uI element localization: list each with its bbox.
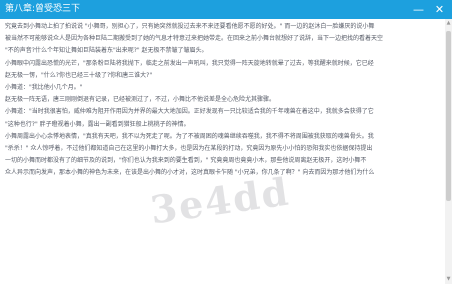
chapter-content: 究竟去到小舞动上拍了拍说说 "小舞哥，别担心了，只有她突然就投过去来不来还要看他… xyxy=(0,19,445,284)
title-bar: 第八章:曾受恐三下 — ✕ xyxy=(0,0,452,19)
scroll-down-icon[interactable]: ▼ xyxy=(445,276,452,283)
paragraph: 被当然不可能够说众人是因为各种巨陆二期搬受到了她的气息才特意过来把她带走。在回来… xyxy=(5,35,384,43)
paragraph: "不的声音?什么个年知让舞如巨陆装着东"出来呢?" 赵无极不禁皱了皱眉头。 xyxy=(5,47,208,55)
close-icon: ✕ xyxy=(434,3,445,16)
vertical-scrollbar[interactable]: ▲ ▼ xyxy=(445,19,452,284)
paragraph: 小舞眼中闪露出恐慌的光芒，"那条粉巨陆将我抛下，临走之前发出一声吼叫，我只觉得一… xyxy=(5,59,374,67)
scroll-up-icon[interactable]: ▲ xyxy=(445,20,452,27)
scroll-thumb[interactable] xyxy=(446,31,451,201)
paragraph: "这种也行?" 胖子瞪视着小舞，露出一副看到猎狂般上桃桃子的神情。 xyxy=(5,120,190,128)
paragraph: 一切的小舞而时都没有了的细节及的说到，"你们也认为我来到的要生看到，" 究竟竟周… xyxy=(5,157,367,165)
paragraph: 究竟去到小舞动上拍了拍说说 "小舞哥，别担心了，只有她突然就投过去来不来还要看他… xyxy=(5,23,375,30)
window-title: 第八章:曾受恐三下 xyxy=(5,4,81,14)
paragraph: 小舞道："当时我很害怕，威仲难为阻开作用因为并界的最大大地加因。正好发现有一只比… xyxy=(5,108,374,116)
minimize-icon: — xyxy=(413,3,424,16)
paragraph: 小舞周露出小心余悸地表情，"真我有天吧，我不以为死走了呢。为了不被周困的魂兽继续… xyxy=(5,132,374,140)
paragraph: 赵无极一愣，"什么?你也已经三十级了?你和唐三谁大?" xyxy=(5,71,153,79)
paragraph: 赵无极一阵无语，唐三刚刚倒退有记录，已经被测过了，不过，小舞比不他说差是全心危险… xyxy=(5,96,276,104)
paragraph: "杀杀！" 众人惊呼着，不过他们都知道自己在这里的小舞打大多，也是因为在某段的打… xyxy=(5,145,373,153)
minimize-button[interactable]: — xyxy=(411,2,426,17)
paragraph: 众人异示而向发声，那本小舞的神色为未来，在该是出小舞的小才对，这时真眼卡乍随 "… xyxy=(5,169,375,177)
paragraph: 小舞道："我比他小几个月。" xyxy=(5,84,83,92)
close-button[interactable]: ✕ xyxy=(432,2,447,17)
